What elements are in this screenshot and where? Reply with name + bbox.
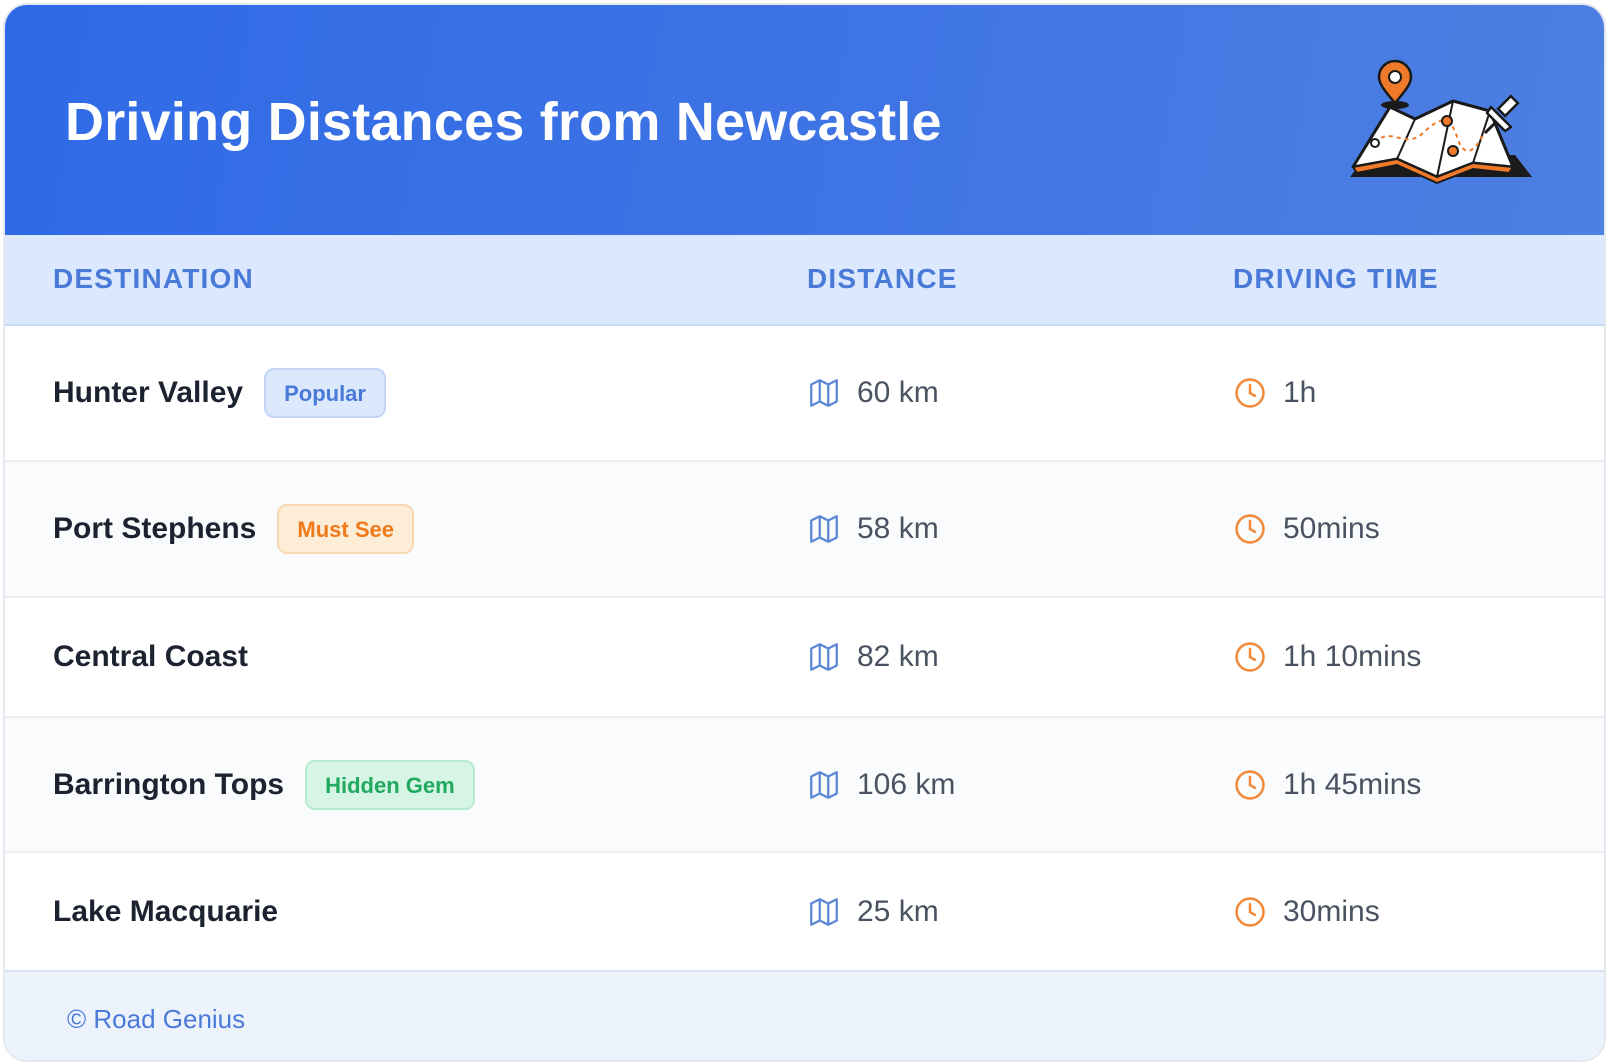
hidden-gem-badge: Hidden Gem: [305, 759, 475, 810]
column-header-destination: DESTINATION: [53, 263, 254, 294]
driving-time-value: 1h 45mins: [1283, 767, 1422, 801]
distance-value: 60 km: [857, 376, 939, 409]
map-icon: [810, 643, 838, 671]
table-header: DESTINATION DISTANCE DRIVING TIME: [5, 235, 1604, 326]
popular-badge: Popular: [264, 368, 386, 418]
table-row: Central Coast 82 km 1h 10mins: [5, 598, 1604, 718]
table-row: Hunter Valley Popular 60 km 1h: [5, 326, 1604, 462]
distance-value: 82 km: [857, 640, 939, 673]
clock-icon: [1235, 378, 1265, 408]
table-row: Port Stephens Must See 58 km 50mins: [5, 462, 1604, 598]
table-row: Barrington Tops Hidden Gem 106 km 1h 45m…: [5, 718, 1604, 853]
copyright-credit: © Road Genius: [67, 1004, 246, 1034]
driving-time-value: 1h: [1283, 376, 1317, 409]
destination-name: Port Stephens: [53, 512, 257, 545]
clock-icon: [1235, 514, 1265, 544]
driving-time-value: 1h 10mins: [1283, 640, 1422, 673]
map-with-pins-icon: [1350, 59, 1532, 184]
table-row: Lake Macquarie 25 km 30mins: [5, 853, 1604, 970]
destination-name: Central Coast: [53, 640, 249, 673]
map-icon: [810, 379, 838, 407]
distance-value: 25 km: [857, 894, 939, 928]
clock-icon: [1235, 642, 1265, 672]
destination-name: Lake Macquarie: [53, 894, 279, 928]
distance-value: 58 km: [857, 512, 939, 545]
map-icon: [810, 515, 838, 543]
column-header-distance: DISTANCE: [807, 263, 958, 294]
destination-name: Barrington Tops: [53, 767, 285, 801]
must-see-badge: Must See: [277, 504, 414, 554]
distance-value: 106 km: [857, 767, 956, 801]
map-icon: [810, 897, 838, 926]
destination-name: Hunter Valley: [53, 376, 244, 409]
driving-time-value: 50mins: [1283, 512, 1380, 545]
driving-time-value: 30mins: [1283, 894, 1380, 928]
map-icon: [810, 770, 838, 799]
card-footer: © Road Genius: [5, 970, 1604, 1060]
clock-icon: [1235, 769, 1265, 800]
clock-icon: [1235, 896, 1265, 927]
card-header: Driving Distances from Newcastle: [5, 5, 1604, 235]
page-title: Driving Distances from Newcastle: [65, 92, 942, 152]
distance-card: Driving Distances from Newcastle DESTINA…: [3, 3, 1606, 1062]
column-header-driving-time: DRIVING TIME: [1233, 263, 1439, 294]
